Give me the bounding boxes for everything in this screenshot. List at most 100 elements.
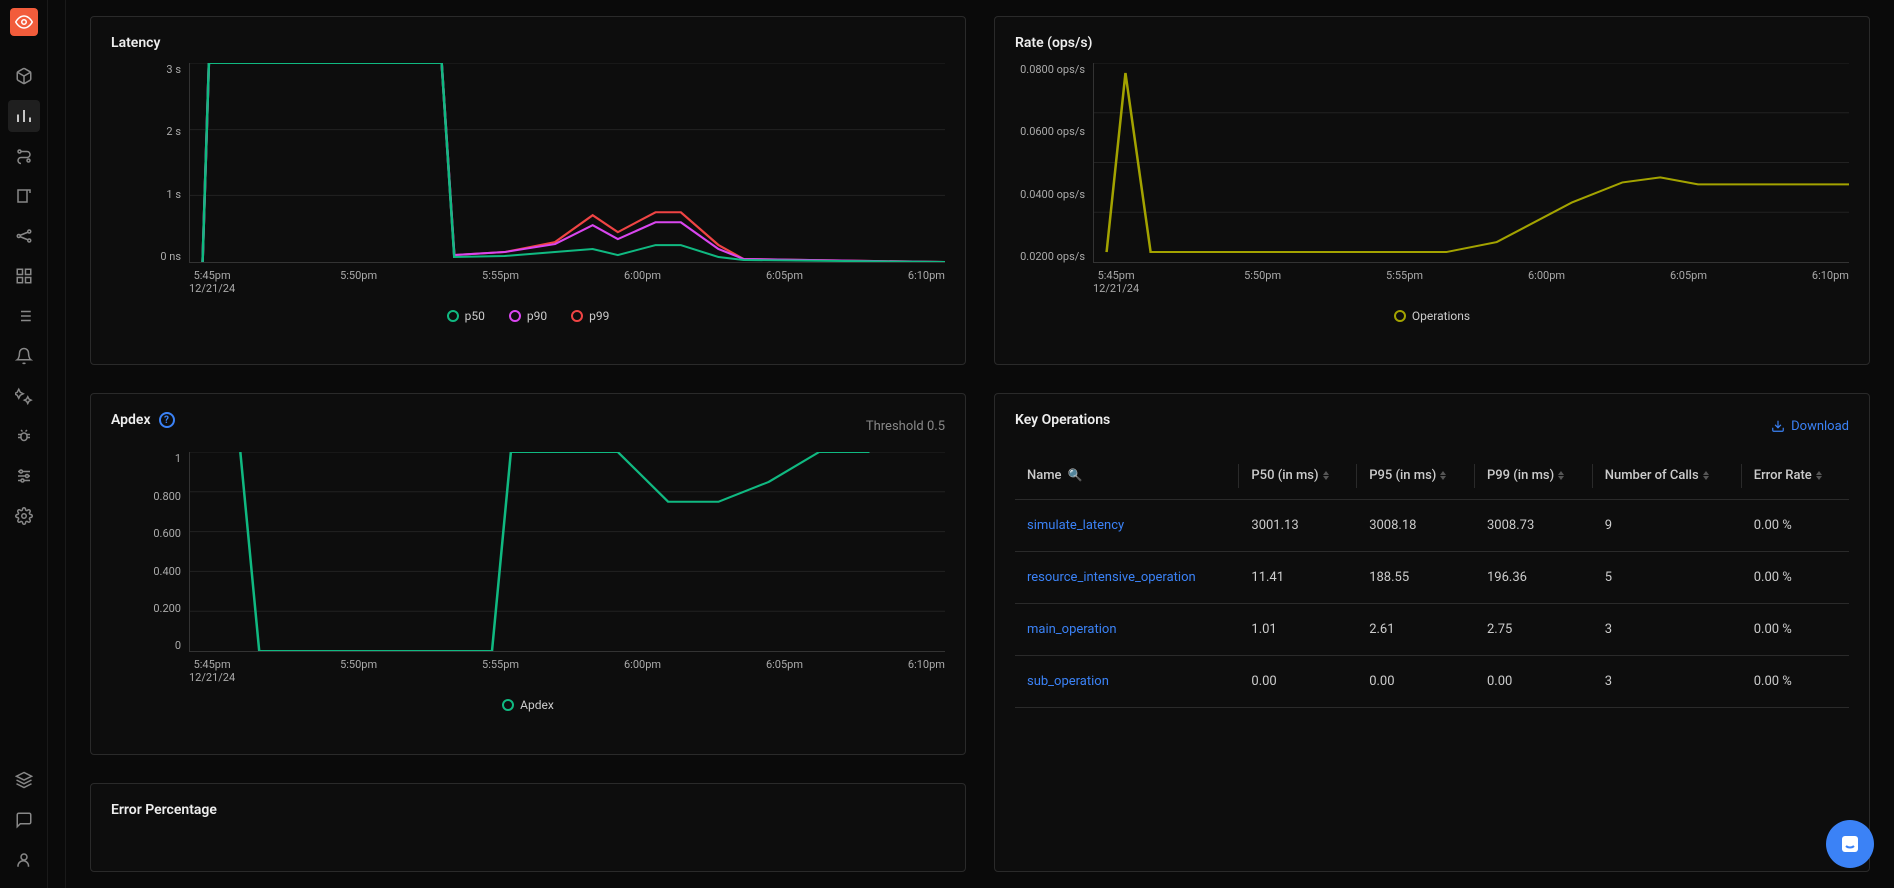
legend-p50[interactable]: p50 [447, 309, 485, 323]
analytics-icon [15, 107, 33, 125]
intercom-icon [1838, 832, 1862, 856]
cell-p99: 196.36 [1475, 552, 1593, 604]
operation-link[interactable]: main_operation [1027, 622, 1117, 637]
error-panel: Error Percentage [90, 783, 966, 872]
table-row[interactable]: resource_intensive_operation11.41188.551… [1015, 552, 1849, 604]
nav-journey[interactable] [8, 140, 40, 172]
apdex-legend: Apdex [111, 698, 945, 712]
cell-calls: 5 [1593, 552, 1742, 604]
table-row[interactable]: main_operation1.012.612.7530.00 % [1015, 604, 1849, 656]
ops-dot-icon [1394, 310, 1406, 322]
gear-icon [15, 507, 33, 525]
nav-analytics[interactable] [8, 100, 40, 132]
bell-icon [15, 347, 33, 365]
nav-layers[interactable] [8, 764, 40, 796]
apdex-dot-icon [502, 699, 514, 711]
sort-icon [1703, 471, 1709, 480]
cell-p95: 2.61 [1357, 604, 1475, 656]
cell-p95: 3008.18 [1357, 500, 1475, 552]
p50-dot-icon [447, 310, 459, 322]
nav-gear[interactable] [8, 500, 40, 532]
latency-title: Latency [111, 35, 945, 51]
operation-link[interactable]: resource_intensive_operation [1027, 570, 1196, 585]
search-icon[interactable]: 🔍 [1068, 468, 1083, 482]
cell-error: 0.00 % [1742, 552, 1849, 604]
graph-icon [15, 227, 33, 245]
cell-calls: 9 [1593, 500, 1742, 552]
user-icon [15, 851, 33, 869]
key-operations-panel: Key Operations Download Name🔍 P50 (in ms… [994, 393, 1870, 872]
apdex-panel: Apdex ? Threshold 0.5 1 0.800 0.600 0.40… [90, 393, 966, 754]
nav-scroll[interactable] [8, 180, 40, 212]
rate-legend: Operations [1015, 309, 1849, 323]
rate-chart[interactable]: 0.0800 ops/s 0.0600 ops/s 0.0400 ops/s 0… [1015, 63, 1849, 263]
cell-p99: 2.75 [1475, 604, 1593, 656]
help-icon[interactable]: ? [159, 412, 175, 428]
sort-icon [1323, 471, 1329, 480]
apdex-x-axis: 5:45pm12/21/24 5:50pm 5:55pm 6:00pm 6:05… [189, 658, 945, 684]
chat-widget-button[interactable] [1826, 820, 1874, 868]
sidebar [0, 0, 48, 888]
p90-dot-icon [509, 310, 521, 322]
error-title: Error Percentage [111, 802, 945, 818]
latency-chart[interactable]: 3 s 2 s 1 s 0 ns [111, 63, 945, 263]
latency-x-axis: 5:45pm12/21/24 5:50pm 5:55pm 6:00pm 6:05… [189, 269, 945, 295]
col-p50[interactable]: P50 (in ms) [1239, 452, 1357, 500]
operations-table: Name🔍 P50 (in ms) P95 (in ms) P99 (in ms… [1015, 452, 1849, 708]
latency-y-axis: 3 s 2 s 1 s 0 ns [111, 63, 189, 263]
nav-bug[interactable] [8, 420, 40, 452]
col-p99[interactable]: P99 (in ms) [1475, 452, 1593, 500]
cell-error: 0.00 % [1742, 500, 1849, 552]
sidebar-inner-rail [48, 0, 66, 888]
chat-icon [15, 811, 33, 829]
apdex-title: Apdex ? [111, 412, 175, 428]
legend-p99[interactable]: p99 [571, 309, 609, 323]
scroll-icon [15, 187, 33, 205]
cube-icon [15, 67, 33, 85]
nav-chat[interactable] [8, 804, 40, 836]
nav-alerts[interactable] [8, 340, 40, 372]
operation-link[interactable]: sub_operation [1027, 674, 1109, 689]
key-operations-title: Key Operations [1015, 412, 1110, 428]
col-p95[interactable]: P95 (in ms) [1357, 452, 1475, 500]
col-name[interactable]: Name🔍 [1015, 452, 1239, 500]
cell-p99: 3008.73 [1475, 500, 1593, 552]
p99-dot-icon [571, 310, 583, 322]
download-icon [1771, 419, 1785, 433]
main-content: Latency 3 s 2 s 1 s 0 ns [66, 0, 1894, 888]
rate-title: Rate (ops/s) [1015, 35, 1849, 51]
apdex-chart[interactable]: 1 0.800 0.600 0.400 0.200 0 [111, 452, 945, 652]
nav-list[interactable] [8, 300, 40, 332]
cell-p50: 0.00 [1239, 656, 1357, 708]
nav-cube[interactable] [8, 60, 40, 92]
nav-magic[interactable] [8, 380, 40, 412]
nav-dashboard[interactable] [8, 260, 40, 292]
apdex-threshold: Threshold 0.5 [866, 419, 945, 434]
eye-icon [15, 13, 33, 31]
legend-apdex[interactable]: Apdex [502, 698, 554, 712]
nav-user[interactable] [8, 844, 40, 876]
table-row[interactable]: simulate_latency 3001.133008.183008.7390.… [1015, 500, 1849, 552]
table-row[interactable]: sub_operation0.000.000.0030.00 % [1015, 656, 1849, 708]
nav-graph[interactable] [8, 220, 40, 252]
col-calls[interactable]: Number of Calls [1593, 452, 1742, 500]
rate-y-axis: 0.0800 ops/s 0.0600 ops/s 0.0400 ops/s 0… [1015, 63, 1093, 263]
cell-p99: 0.00 [1475, 656, 1593, 708]
sort-icon [1558, 471, 1564, 480]
latency-panel: Latency 3 s 2 s 1 s 0 ns [90, 16, 966, 365]
cell-p50: 3001.13 [1239, 500, 1357, 552]
sort-icon [1816, 471, 1822, 480]
magic-icon [15, 387, 33, 405]
cell-p95: 0.00 [1357, 656, 1475, 708]
col-error[interactable]: Error Rate [1742, 452, 1849, 500]
cell-calls: 3 [1593, 656, 1742, 708]
rate-panel: Rate (ops/s) 0.0800 ops/s 0.0600 ops/s 0… [994, 16, 1870, 365]
operation-link[interactable]: simulate_latency [1027, 518, 1124, 533]
cell-p50: 1.01 [1239, 604, 1357, 656]
nav-sliders[interactable] [8, 460, 40, 492]
app-logo[interactable] [10, 8, 38, 36]
legend-operations[interactable]: Operations [1394, 309, 1470, 323]
legend-p90[interactable]: p90 [509, 309, 547, 323]
journey-icon [15, 147, 33, 165]
download-button[interactable]: Download [1771, 419, 1849, 434]
